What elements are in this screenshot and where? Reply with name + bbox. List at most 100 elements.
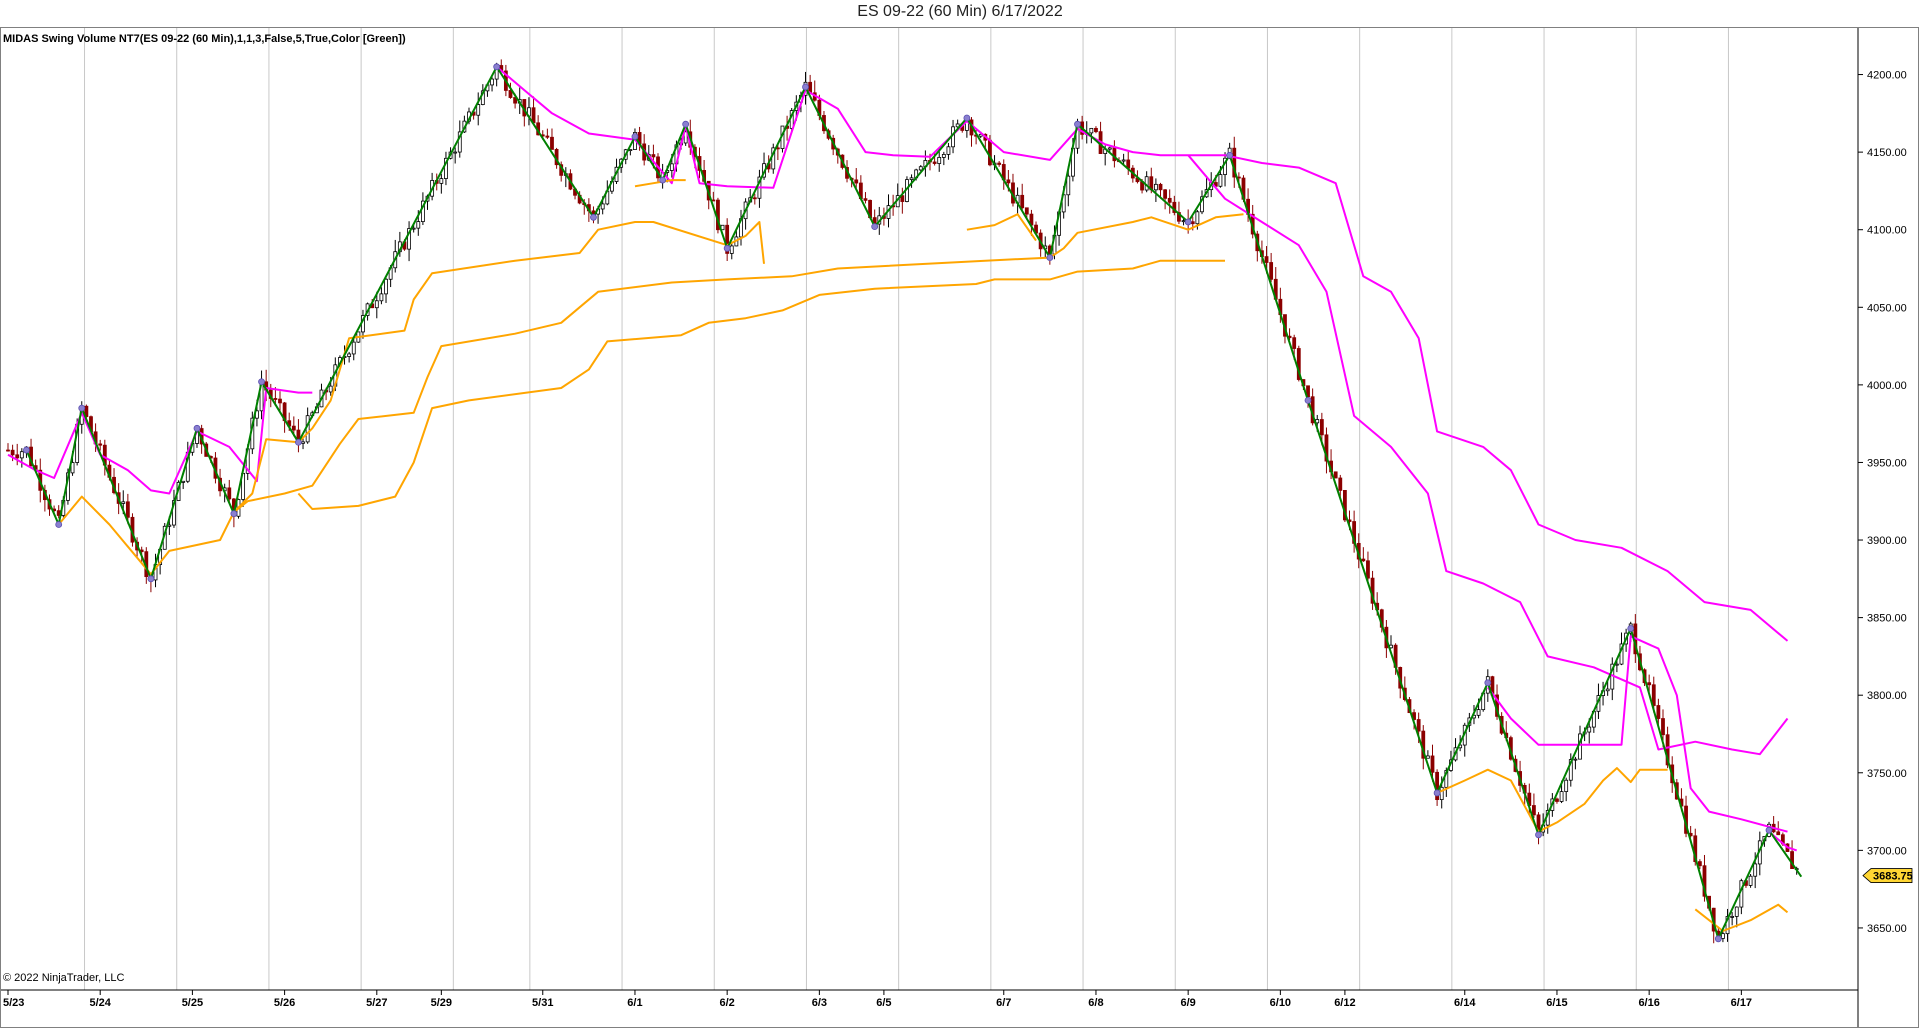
candle — [1001, 159, 1006, 190]
candle — [1112, 140, 1117, 168]
candle — [1153, 178, 1158, 202]
candle — [1144, 171, 1149, 193]
candle-body — [125, 501, 130, 518]
copyright-text: © 2022 NinjaTrader, LLC — [3, 972, 125, 984]
candle-body — [1573, 758, 1578, 761]
support-curve-7 — [297, 259, 1225, 510]
candle-body — [918, 166, 923, 171]
candle — [1573, 756, 1578, 770]
candle-body — [946, 146, 951, 155]
candle-body — [1066, 175, 1071, 196]
candle-body — [1734, 906, 1739, 917]
candle-body — [19, 451, 24, 459]
candle-body — [1163, 189, 1168, 199]
pivot-marker — [147, 575, 155, 583]
last-price-tag-text: 3683.75 — [1873, 871, 1913, 883]
candle-body — [1416, 719, 1421, 732]
candle-body — [15, 454, 20, 459]
candle — [1333, 471, 1338, 479]
candle — [550, 128, 554, 150]
x-date-label: 5/25 — [182, 997, 203, 1009]
candle-body — [273, 398, 278, 400]
chart-panel[interactable]: 4200.00 4150.00 4100.00 4050.00 4000.00 3950.… — [0, 27, 1919, 1028]
candle-body — [1651, 684, 1656, 706]
pivot-marker — [23, 446, 30, 454]
candle-body — [1366, 560, 1370, 579]
candle — [1564, 777, 1569, 802]
y-tick-label: 3850.00 — [1867, 613, 1907, 625]
candle-body — [752, 197, 757, 200]
candle-body — [379, 293, 384, 302]
candle-body — [1089, 127, 1094, 134]
x-date-label: 5/23 — [3, 997, 24, 1009]
y-tick-label: 3950.00 — [1867, 457, 1907, 469]
candle — [444, 151, 448, 186]
candle-body — [941, 154, 946, 158]
candle-body — [1614, 663, 1619, 666]
candle-body — [550, 136, 554, 150]
candle — [923, 150, 928, 177]
candle-body — [374, 300, 379, 309]
candle-body — [301, 441, 305, 444]
candle — [379, 287, 384, 305]
candle-body — [1153, 183, 1158, 191]
candle — [808, 74, 813, 94]
candle-body — [1647, 682, 1652, 686]
candle-body — [1532, 805, 1536, 816]
candle-body — [545, 135, 550, 138]
candle-body — [384, 278, 388, 295]
x-date-label: 5/27 — [366, 997, 387, 1009]
candle-body — [351, 341, 356, 355]
candle-body — [453, 151, 458, 154]
pivot-marker — [1765, 826, 1773, 834]
candle-body — [988, 139, 992, 166]
candle — [725, 218, 730, 262]
candle — [1269, 252, 1274, 283]
x-date-label: 6/3 — [812, 997, 827, 1009]
candle-body — [1559, 791, 1564, 802]
x-date-label: 6/17 — [1731, 997, 1752, 1009]
candle-body — [997, 162, 1002, 165]
candle-body — [1190, 221, 1195, 225]
candle — [439, 173, 444, 194]
candle-body — [1195, 211, 1200, 225]
pivot-marker — [55, 521, 63, 528]
pivot-marker — [631, 133, 639, 141]
pivot-marker — [193, 424, 201, 432]
pivot-marker — [1433, 789, 1441, 797]
price-chart-svg[interactable]: 4200.00 4150.00 4100.00 4050.00 4000.00 3950.… — [1, 28, 1918, 1027]
pivot-marker — [230, 510, 238, 518]
candle — [15, 443, 20, 466]
y-tick-label: 3900.00 — [1867, 535, 1907, 547]
chart-title: ES 09-22 (60 Min) 6/17/2022 — [857, 3, 1063, 20]
candle — [1748, 873, 1753, 888]
y-tick-label: 4200.00 — [1867, 70, 1907, 82]
candle-body — [1269, 262, 1274, 280]
candle-body — [476, 104, 481, 116]
pivot-marker — [1535, 831, 1542, 839]
candle-body — [1006, 179, 1011, 184]
resistance-curve-2 — [1187, 154, 1789, 756]
x-axis-date-labels: 5/23 5/24 5/25 5/26 5/27 5/29 5/31 6/1 6/2 6/3 6/5… — [3, 990, 1752, 1009]
x-date-label: 6/10 — [1270, 997, 1291, 1009]
candle-body — [6, 449, 10, 452]
pivot-marker — [1627, 625, 1635, 632]
candle-body — [1167, 197, 1172, 203]
pivot-marker — [1046, 254, 1054, 262]
candle-body — [347, 353, 352, 357]
candle-body — [854, 179, 859, 184]
candle-body — [439, 178, 444, 184]
candle-body — [729, 245, 734, 254]
pivot-marker — [258, 378, 265, 386]
candle — [1163, 189, 1168, 210]
candle — [1532, 793, 1536, 818]
session-separators — [84, 28, 1729, 990]
pivot-marker — [871, 223, 879, 231]
candle — [476, 92, 481, 126]
candle-body — [1587, 726, 1592, 733]
candle-body — [932, 161, 937, 164]
candle-body — [1024, 207, 1029, 215]
pivot-marker — [1714, 935, 1722, 943]
candle-body — [1361, 558, 1366, 562]
candle — [1121, 153, 1126, 165]
